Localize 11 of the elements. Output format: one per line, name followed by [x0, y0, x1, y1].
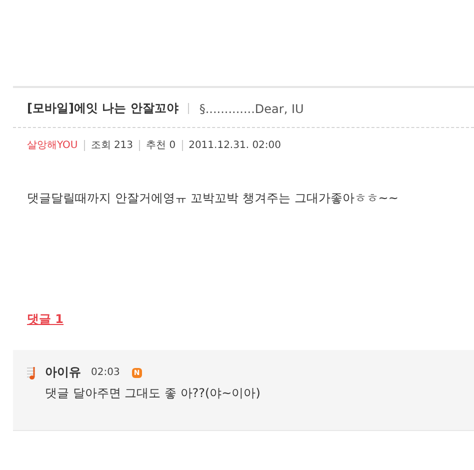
author-name: 살앙해YOU — [27, 139, 78, 152]
post-date: 2011.12.31. 02:00 — [188, 140, 282, 150]
post-title: [모바일]에잇 나는 안잘꼬야 — [27, 100, 178, 117]
comments-link[interactable]: 댓글 1 — [27, 311, 64, 328]
post-body: 댓글달릴때까지 안잘거에영ㅠ 꼬박꼬박 챙겨주는 그대가좋아ㅎㅎ~~ — [27, 190, 400, 207]
comment-author: 아이유 — [45, 364, 81, 381]
comment-time: 02:03 — [91, 367, 120, 378]
board-name: §.............Dear, IU — [199, 102, 304, 116]
recommend-count: 추천 0 — [146, 139, 176, 152]
comment-text: 댓글 달아주면 그대도 좋 아??(야~이아) — [45, 385, 262, 402]
view-count: 조회 213 — [90, 139, 134, 152]
